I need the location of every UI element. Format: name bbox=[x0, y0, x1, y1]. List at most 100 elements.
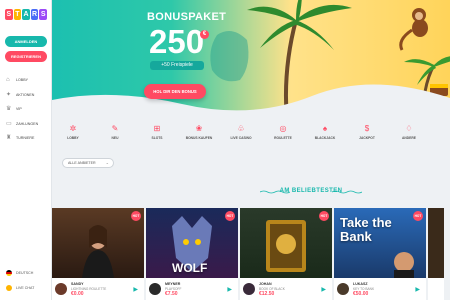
category-label: BLACKJACK bbox=[314, 136, 336, 140]
jackpot-icon: $ bbox=[364, 124, 370, 133]
category-slots[interactable]: ⊞ SLOTS bbox=[136, 122, 178, 148]
live-chat-label: LIVE CHAT bbox=[16, 286, 35, 290]
wallet-icon: ▭ bbox=[6, 120, 12, 127]
lobby-icon: ✲ bbox=[69, 124, 77, 133]
game-thumbnail bbox=[428, 208, 444, 278]
category-live-casino[interactable]: ♧ LIVE CASINO bbox=[220, 122, 262, 148]
category-label: ROULETTE bbox=[274, 136, 292, 140]
game-card[interactable]: Take the Bank HOT LUKASZ KEY TO BANK €50… bbox=[334, 208, 426, 300]
claim-bonus-button[interactable]: HOL DIR DEN BONUS bbox=[144, 84, 206, 99]
hot-badge: HOT bbox=[413, 211, 423, 221]
sidebar-item-label: VIP bbox=[16, 107, 22, 112]
chevron-down-icon: ⌄ bbox=[105, 160, 109, 165]
sidebar-item-lobby[interactable]: ⌂ LOBBY bbox=[0, 73, 52, 88]
sidebar-item-vip[interactable]: ♛ VIP bbox=[0, 102, 52, 117]
currency-badge: € bbox=[200, 30, 209, 39]
category-label: NEU bbox=[111, 136, 119, 140]
game-thumbnail: WOLF bbox=[146, 208, 238, 278]
win-amount: €50.00 bbox=[353, 290, 369, 297]
bonus-buy-icon: ❀ bbox=[195, 124, 203, 133]
category-label: LOBBY bbox=[67, 136, 79, 140]
category-lobby[interactable]: ✲ LOBBY bbox=[52, 122, 94, 148]
hero-banner: BONUSPAKET 250 € +50 Freispiele HOL DIR … bbox=[52, 0, 450, 120]
category-label: ANDERE bbox=[402, 136, 416, 140]
game-info bbox=[428, 278, 444, 300]
logo-letter: A bbox=[22, 9, 30, 20]
category-label: SLOTS bbox=[151, 136, 163, 140]
game-thumbnail bbox=[52, 208, 144, 278]
register-button[interactable]: REGISTRIEREN bbox=[5, 51, 47, 62]
filter-label: ALLE ANBIETER bbox=[68, 161, 96, 165]
avatar bbox=[149, 283, 161, 295]
category-roulette[interactable]: ◎ ROULETTE bbox=[262, 122, 304, 148]
win-amount: €12.50 bbox=[259, 290, 275, 297]
crown-icon: ♛ bbox=[6, 106, 12, 113]
category-neu[interactable]: ✎ NEU bbox=[94, 122, 136, 148]
bonus-amount: 250 bbox=[149, 23, 205, 60]
sidebar-item-label: AKTIONEN bbox=[16, 92, 35, 97]
game-info: JOHAN BOOK OF BLACK €12.50 ▶ bbox=[240, 278, 332, 300]
game-card[interactable]: HOT JOHAN BOOK OF BLACK €12.50 ▶ bbox=[240, 208, 332, 300]
game-thumbnail bbox=[240, 208, 332, 278]
play-icon[interactable]: ▶ bbox=[133, 286, 144, 293]
hero-illustration bbox=[52, 0, 450, 120]
win-amount: €7.50 bbox=[165, 290, 178, 297]
home-icon: ⌂ bbox=[6, 77, 10, 84]
bonus-title: BONUSPAKET bbox=[147, 11, 227, 23]
category-bonus-kaufen[interactable]: ❀ BONUS KAUFEN bbox=[178, 122, 220, 148]
sidebar-item-label: LOBBY bbox=[16, 78, 28, 83]
play-icon[interactable]: ▶ bbox=[321, 286, 332, 293]
blackjack-icon: ♠ bbox=[322, 124, 328, 133]
category-andere[interactable]: ♢ ANDERE bbox=[388, 122, 430, 148]
other-icon: ♢ bbox=[405, 124, 413, 133]
new-icon: ✎ bbox=[111, 124, 119, 133]
live-chat-button[interactable]: LIVE CHAT bbox=[6, 285, 46, 291]
language-selector[interactable]: DEUTSCH bbox=[6, 270, 46, 276]
trophy-icon: ♜ bbox=[6, 135, 12, 142]
category-label: JACKPOT bbox=[359, 136, 375, 140]
game-card[interactable]: HOT SANDY LIGHTNING ROULETTE €0.00 ▶ bbox=[52, 208, 144, 300]
game-art-title: WOLF bbox=[172, 261, 208, 275]
site-logo[interactable]: S T A R S bbox=[5, 9, 47, 20]
play-icon[interactable]: ▶ bbox=[415, 286, 426, 293]
logo-letter: S bbox=[39, 9, 47, 20]
game-card[interactable]: WOLF HOT MEYNER PLAYSOFF €7.50 ▶ bbox=[146, 208, 238, 300]
provider-filter-dropdown[interactable]: ALLE ANBIETER ⌄ bbox=[62, 158, 114, 168]
play-icon[interactable]: ▶ bbox=[227, 286, 238, 293]
hot-badge: HOT bbox=[225, 211, 235, 221]
sidebar-item-label: TURNIERE bbox=[16, 136, 35, 141]
live-casino-icon: ♧ bbox=[237, 124, 245, 133]
gift-icon: ✦ bbox=[6, 91, 12, 98]
category-bar: ✲ LOBBY ✎ NEU ⊞ SLOTS ❀ BONUS KAUFEN ♧ L… bbox=[52, 122, 450, 148]
logo-letter: S bbox=[5, 9, 13, 20]
hot-badge: HOT bbox=[131, 211, 141, 221]
roulette-icon: ◎ bbox=[279, 124, 287, 133]
slots-icon: ⊞ bbox=[153, 124, 161, 133]
decorative-wave-right bbox=[332, 190, 362, 194]
hot-badge: HOT bbox=[319, 211, 329, 221]
avatar bbox=[337, 283, 349, 295]
game-info: LUKASZ KEY TO BANK €50.00 ▶ bbox=[334, 278, 426, 300]
logo-letter: T bbox=[13, 9, 22, 20]
sidebar-item-label: ZAHLUNGEN bbox=[16, 121, 39, 126]
freespins-badge: +50 Freispiele bbox=[150, 61, 204, 70]
win-amount: €0.00 bbox=[71, 290, 84, 297]
sidebar-item-aktionen[interactable]: ✦ AKTIONEN bbox=[0, 88, 52, 103]
category-blackjack[interactable]: ♠ BLACKJACK bbox=[304, 122, 346, 148]
language-label: DEUTSCH bbox=[16, 271, 34, 275]
sidebar-nav: ⌂ LOBBY ✦ AKTIONEN ♛ VIP ▭ ZAHLUNGEN ♜ T… bbox=[0, 73, 52, 146]
login-button[interactable]: ANMELDEN bbox=[5, 36, 47, 47]
sidebar-item-turniere[interactable]: ♜ TURNIERE bbox=[0, 131, 52, 146]
logo-letter: R bbox=[30, 9, 39, 20]
category-jackpot[interactable]: $ JACKPOT bbox=[346, 122, 388, 148]
game-info: MEYNER PLAYSOFF €7.50 ▶ bbox=[146, 278, 238, 300]
game-card-partial[interactable] bbox=[428, 208, 444, 300]
chat-icon bbox=[6, 285, 12, 291]
german-flag-icon bbox=[6, 270, 12, 276]
sidebar-item-zahlungen[interactable]: ▭ ZAHLUNGEN bbox=[0, 117, 52, 132]
game-thumbnail: Take the Bank bbox=[334, 208, 426, 278]
category-label: BONUS KAUFEN bbox=[185, 136, 213, 140]
sidebar: S T A R S ANMELDEN REGISTRIEREN ⌂ LOBBY … bbox=[0, 0, 52, 300]
avatar bbox=[243, 283, 255, 295]
game-info: SANDY LIGHTNING ROULETTE €0.00 ▶ bbox=[52, 278, 144, 300]
